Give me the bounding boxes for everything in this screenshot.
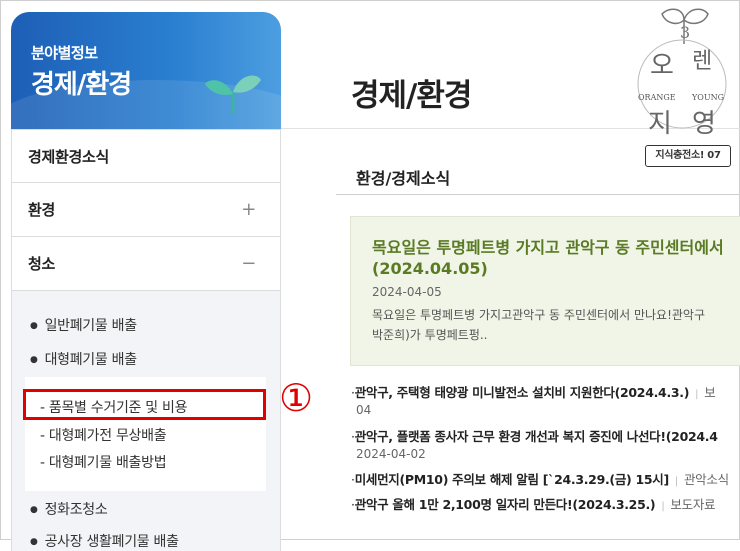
sprout-icon xyxy=(205,75,261,114)
page-title: 경제/환경 xyxy=(351,78,472,114)
separator: | xyxy=(661,501,665,512)
collapse-icon[interactable]: − xyxy=(241,237,256,291)
menu-item-cleaning[interactable]: 청소 − xyxy=(11,237,281,291)
separator: | xyxy=(674,476,678,487)
highlight-box xyxy=(23,389,266,420)
logo-char-3: 지 xyxy=(648,109,672,139)
bullet-icon: ● xyxy=(30,505,38,515)
menu-item-label: 환경 xyxy=(28,201,56,219)
news-category: 관악소식 xyxy=(683,472,729,487)
logo-char-1: 오 xyxy=(650,51,674,81)
section-title: 환경/경제소식 xyxy=(356,169,451,188)
submenu-label: 일반폐기물 배출 xyxy=(44,318,138,334)
news-date: 04 xyxy=(356,403,372,417)
submenu-item-construction-waste[interactable]: ● 공사장 생활폐기물 배출 xyxy=(30,531,179,551)
news-item[interactable]: ·미세먼지(PM10) 주의보 해제 알림 [`24.3.29.(금) 15시]… xyxy=(351,469,729,488)
submenu-label: 정화조청소 xyxy=(44,502,108,518)
news-title[interactable]: 관악구, 플랫폼 종사자 근무 환경 개선과 복지 증진에 나선다!(2024.… xyxy=(355,429,718,444)
submenu-label: 공사장 생활폐기물 배출 xyxy=(44,534,179,550)
featured-news-title[interactable]: 목요일은 투명페트병 가지고 관악구 동 주민센터에서 xyxy=(372,237,740,259)
featured-news-excerpt-line2: 박준희)가 투명페트펑.. xyxy=(372,328,488,342)
annotation-number: ① xyxy=(278,376,314,420)
bullet-icon: ● xyxy=(30,355,38,365)
news-title[interactable]: 관악구 올해 1만 2,100명 일자리 만든다!(2024.3.25.) xyxy=(355,497,656,512)
submenu-item-free-appliance[interactable]: - 대형폐가전 무상배출 xyxy=(40,425,167,445)
sidebar-menu: 경제환경소식 환경 + 청소 − xyxy=(11,129,281,291)
submenu-item-disposal-method[interactable]: - 대형폐기물 배출방법 xyxy=(40,452,167,472)
menu-item-label: 경제환경소식 xyxy=(28,148,110,166)
separator: | xyxy=(695,389,699,400)
submenu-item-bulky-waste[interactable]: ● 대형폐기물 배출 xyxy=(30,349,137,369)
bullet-icon: ● xyxy=(30,537,38,547)
logo-ring-right: YOUNG xyxy=(691,93,724,102)
logo-char-2: 렌 xyxy=(692,49,712,74)
menu-item-environment[interactable]: 환경 + xyxy=(11,183,281,237)
submenu-item-general-waste[interactable]: ● 일반폐기물 배출 xyxy=(30,315,137,335)
news-item[interactable]: ·관악구, 플랫폼 종사자 근무 환경 개선과 복지 증진에 나선다!(2024… xyxy=(351,426,718,445)
menu-item-label: 청소 xyxy=(28,255,56,273)
featured-news-title-date[interactable]: (2024.04.05) xyxy=(372,259,488,278)
cleaning-submenu: ● 일반폐기물 배출 ● 대형폐기물 배출 - 품목별 수거기준 및 비용 - 대형… xyxy=(11,291,281,551)
featured-news-card[interactable]: 목요일은 투명페트병 가지고 관악구 동 주민센터에서 (2024.04.05)… xyxy=(350,216,740,366)
section-divider xyxy=(336,194,740,195)
featured-news-excerpt: 목요일은 투명페트병 가지고관악구 동 주민센터에서 만나요!관악구 xyxy=(372,308,706,322)
expand-icon[interactable]: + xyxy=(241,183,256,237)
sidebar-subtitle: 분야별정보 xyxy=(31,44,98,62)
logo-badge: 지식충전소! 07 xyxy=(645,145,731,167)
sidebar-title: 경제/환경 xyxy=(31,70,132,100)
news-category: 보도자료 xyxy=(670,497,716,512)
logo-char-4: 영 xyxy=(692,109,716,139)
news-item[interactable]: ·관악구, 주택형 태양광 미니발전소 설치비 지원한다(2024.4.3.) |… xyxy=(351,382,716,401)
news-item[interactable]: ·관악구 올해 1만 2,100명 일자리 만든다!(2024.3.25.) | 보… xyxy=(351,494,716,513)
logo-char-top: 3 xyxy=(680,23,690,42)
featured-news-date: 2024-04-05 xyxy=(372,285,442,299)
sidebar-header: 분야별정보 경제/환경 xyxy=(11,12,281,129)
news-title[interactable]: 미세먼지(PM10) 주의보 해제 알림 [`24.3.29.(금) 15시] xyxy=(355,472,670,487)
logo-ring-left: ORANGE xyxy=(638,93,676,102)
menu-item-economy-news[interactable]: 경제환경소식 xyxy=(11,129,281,183)
news-title[interactable]: 관악구, 주택형 태양광 미니발전소 설치비 지원한다(2024.4.3.) xyxy=(355,385,690,400)
news-category: 보 xyxy=(704,385,716,400)
submenu-label: 대형폐기물 배출 xyxy=(44,352,138,368)
news-date: 2024-04-02 xyxy=(356,447,426,461)
submenu-item-septic-cleaning[interactable]: ● 정화조청소 xyxy=(30,499,108,519)
bullet-icon: ● xyxy=(30,321,38,331)
